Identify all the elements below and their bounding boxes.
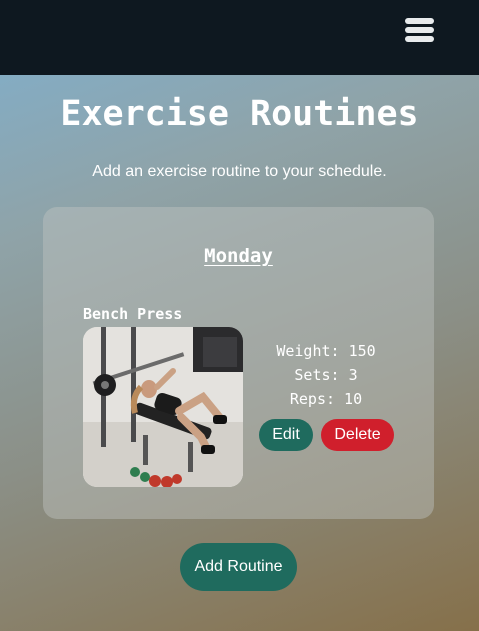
reps-value: Reps: 10 bbox=[289, 390, 363, 408]
add-routine-button[interactable]: Add Routine bbox=[180, 543, 297, 591]
day-card-monday: Monday Bench Press Weight: 150 Sets: 3 R… bbox=[43, 207, 434, 519]
bench-press-photo bbox=[83, 327, 243, 487]
top-navbar bbox=[0, 0, 479, 75]
day-title: Monday bbox=[204, 245, 273, 267]
edit-button[interactable]: Edit bbox=[259, 419, 313, 451]
sets-value: Sets: 3 bbox=[294, 366, 358, 384]
delete-button[interactable]: Delete bbox=[321, 419, 394, 451]
hamburger-menu-icon[interactable] bbox=[405, 18, 436, 44]
page-subtitle: Add an exercise routine to your schedule… bbox=[92, 163, 387, 180]
page-title: Exercise Routines bbox=[60, 94, 419, 134]
exercise-name: Bench Press bbox=[83, 305, 183, 323]
weight-value: Weight: 150 bbox=[276, 342, 376, 360]
exercise-stats: Weight: 150 Sets: 3 Reps: 10 bbox=[259, 339, 393, 411]
bench-press-illustration bbox=[83, 327, 243, 487]
